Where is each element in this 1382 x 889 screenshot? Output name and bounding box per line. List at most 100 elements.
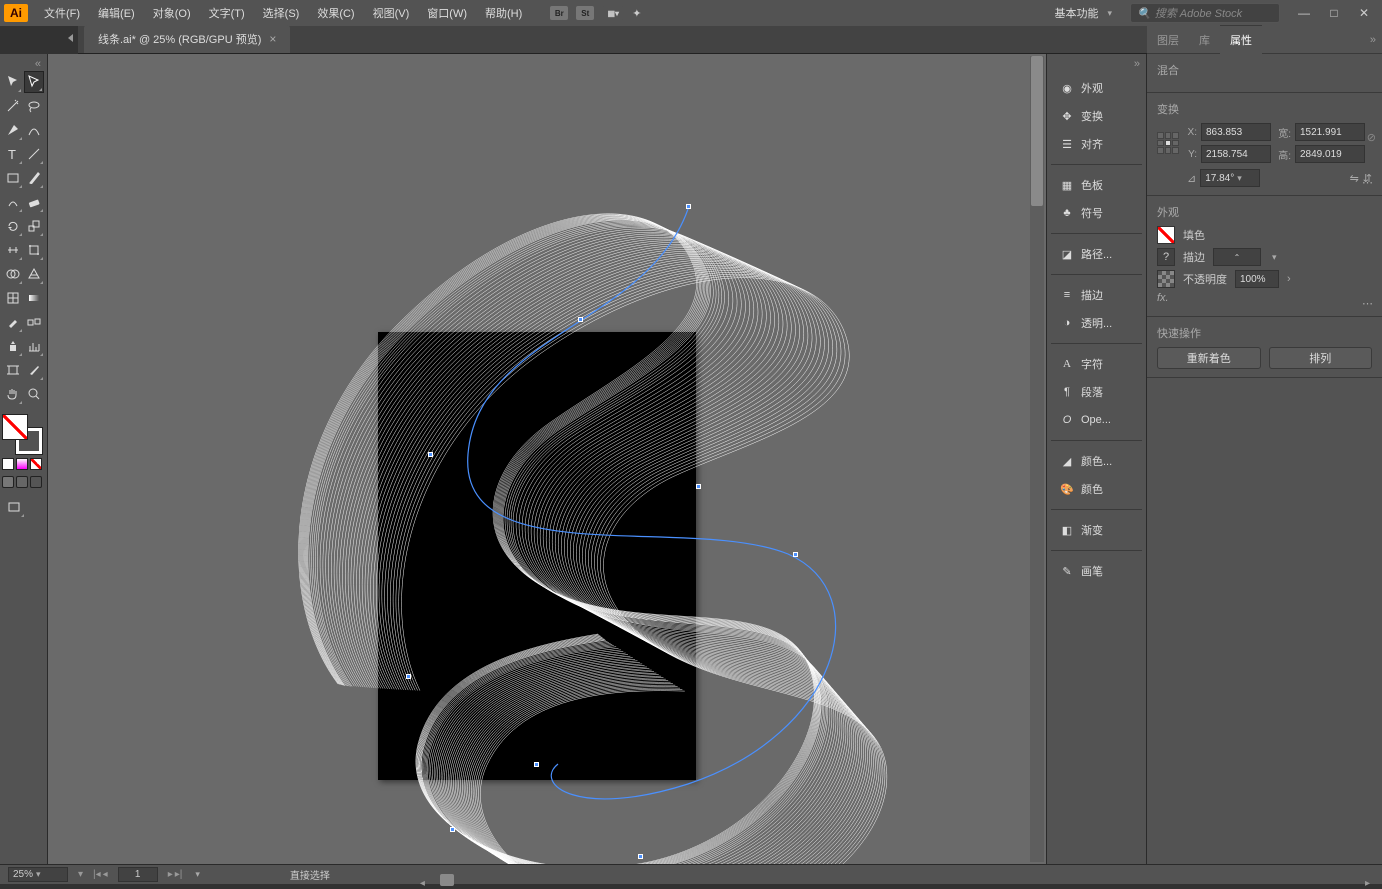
first-artboard-icon[interactable]: |◂ [93,869,101,880]
direct-selection-tool[interactable] [24,71,44,93]
more-options-icon[interactable]: ⋯ [1362,297,1374,310]
artboard-tool[interactable] [3,359,23,381]
hand-tool[interactable] [3,383,23,405]
menu-file[interactable]: 文件(F) [36,1,88,25]
close-tab-icon[interactable]: × [269,32,276,46]
menu-help[interactable]: 帮助(H) [477,1,530,25]
anchor-point[interactable] [638,854,643,859]
scrollbar-thumb[interactable] [1031,56,1043,206]
maximize-button[interactable]: □ [1320,4,1348,22]
draw-behind-icon[interactable] [16,476,28,488]
panel-paragraph[interactable]: ¶段落 [1051,380,1142,404]
panel-color[interactable]: 🎨颜色 [1051,477,1142,501]
lasso-tool[interactable] [25,95,45,117]
line-tool[interactable] [25,143,45,165]
panel-gradient[interactable]: ◧渐变 [1051,518,1142,542]
symbol-sprayer-tool[interactable] [3,335,23,357]
blend-tool[interactable] [25,311,45,333]
tab-properties[interactable]: 属性 [1220,25,1262,54]
angle-field[interactable]: 17.84° [1200,169,1260,187]
panel-colorguide[interactable]: ◢颜色... [1051,449,1142,473]
panel-appearance[interactable]: ◉外观 [1051,76,1142,100]
draw-inside-icon[interactable] [30,476,42,488]
pen-tool[interactable] [3,119,23,141]
reference-point-grid[interactable] [1157,132,1179,154]
eyedropper-tool[interactable] [3,311,23,333]
panel-pathfinder[interactable]: ◪路径... [1051,242,1142,266]
panel-expand-icon[interactable]: » [1370,34,1376,46]
dock-collapse-icon[interactable]: » [1047,58,1146,74]
eraser-tool[interactable] [25,191,45,213]
menu-window[interactable]: 窗口(W) [419,1,475,25]
document-tab[interactable]: 线条.ai* @ 25% (RGB/GPU 预览) × [84,25,290,53]
anchor-point[interactable] [578,317,583,322]
mesh-tool[interactable] [3,287,23,309]
prev-artboard-icon[interactable]: ◂ [103,869,108,880]
panel-opentype[interactable]: OOpe... [1051,408,1142,432]
menu-effect[interactable]: 效果(C) [309,1,362,25]
panel-transform[interactable]: ✥变换 [1051,104,1142,128]
anchor-point[interactable] [696,484,701,489]
panel-align[interactable]: ☰对齐 [1051,132,1142,156]
anchor-point[interactable] [534,762,539,767]
gradient-tool[interactable] [25,287,45,309]
panel-symbols[interactable]: ♣符号 [1051,201,1142,225]
canvas[interactable] [48,54,1046,864]
opacity-arrow-icon[interactable]: › [1287,273,1291,285]
fill-swatch[interactable] [2,414,28,440]
opacity-field[interactable]: 100% [1235,270,1279,288]
stock-icon[interactable]: St [576,6,594,20]
arrange-docs-icon[interactable]: ▦▾ [602,6,624,20]
magic-wand-tool[interactable] [3,95,23,117]
color-mode-none[interactable] [30,458,42,470]
slice-tool[interactable] [25,359,45,381]
rotate-tool[interactable] [3,215,23,237]
search-stock[interactable]: 🔍 搜索 Adobe Stock [1130,3,1280,23]
fill-color-swatch[interactable] [1157,226,1175,244]
x-field[interactable]: 863.853 [1201,123,1271,141]
panel-swatches[interactable]: ▦色板 [1051,173,1142,197]
last-artboard-icon[interactable]: ▸| [175,869,183,880]
menu-view[interactable]: 视图(V) [365,1,418,25]
free-transform-tool[interactable] [25,239,45,261]
link-wh-icon[interactable]: ⊘ [1367,131,1376,144]
zoom-dropdown[interactable]: 25% [8,867,68,882]
zoom-tool[interactable] [25,383,45,405]
toolbox-collapse-icon[interactable]: « [2,58,45,70]
vertical-scrollbar[interactable] [1030,56,1044,862]
y-field[interactable]: 2158.754 [1201,145,1271,163]
screen-mode-button[interactable] [3,496,25,518]
panel-brushes[interactable]: ✎画笔 [1051,559,1142,583]
artboard-menu-icon[interactable] [192,869,200,880]
scroll-left-icon[interactable]: ◂ [420,878,425,889]
stroke-color-swatch[interactable]: ? [1157,248,1175,266]
artboard-number[interactable]: 1 [118,867,158,882]
anchor-point[interactable] [686,204,691,209]
anchor-point[interactable] [406,674,411,679]
stroke-weight-field[interactable]: ⌃ [1213,248,1261,266]
paintbrush-tool[interactable] [25,167,45,189]
w-field[interactable]: 1521.991 [1295,123,1365,141]
menu-edit[interactable]: 编辑(E) [90,1,143,25]
panel-stroke[interactable]: ≡描边 [1051,283,1142,307]
gpu-icon[interactable]: ✦ [632,7,641,20]
next-artboard-icon[interactable]: ▸ [168,869,173,880]
width-tool[interactable] [3,239,23,261]
menu-object[interactable]: 对象(O) [145,1,199,25]
stroke-weight-dropdown[interactable] [1269,251,1277,263]
perspective-tool[interactable] [25,263,45,285]
close-button[interactable]: ✕ [1350,4,1378,22]
curvature-tool[interactable] [25,119,45,141]
scroll-right-icon[interactable]: ▸ [1365,878,1370,889]
arrange-button[interactable]: 排列 [1269,347,1373,369]
shaper-tool[interactable] [3,191,23,213]
shape-builder-tool[interactable] [3,263,23,285]
fill-stroke-indicator[interactable] [2,414,42,454]
workspace-switcher[interactable]: 基本功能 [1046,3,1120,23]
graph-tool[interactable] [25,335,45,357]
color-mode-solid[interactable] [2,458,14,470]
anchor-point[interactable] [450,827,455,832]
panel-character[interactable]: A字符 [1051,352,1142,376]
zoom-menu-icon[interactable]: ▾ [78,869,83,880]
anchor-point[interactable] [793,552,798,557]
